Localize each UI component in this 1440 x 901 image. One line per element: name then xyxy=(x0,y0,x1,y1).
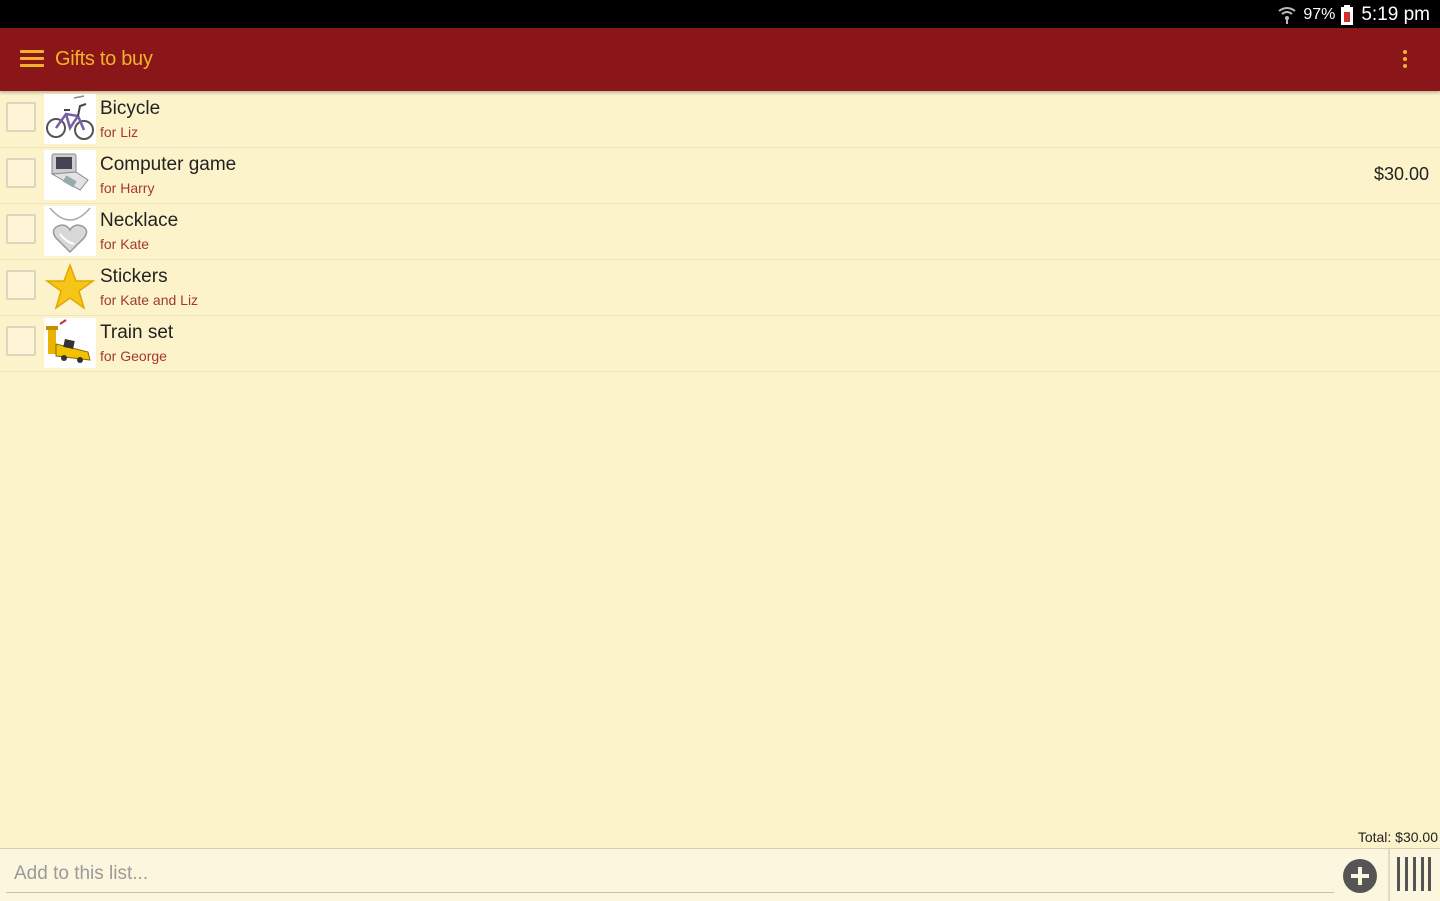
item-checkbox[interactable] xyxy=(6,158,36,188)
list-item[interactable]: Necklace for Kate xyxy=(0,204,1440,260)
wifi-icon xyxy=(1278,7,1296,24)
item-name: Train set xyxy=(100,322,174,343)
list-item[interactable]: Bicycle for Liz xyxy=(0,92,1440,148)
item-name: Bicycle xyxy=(100,98,161,119)
app-bar: Gifts to buy xyxy=(0,28,1440,91)
item-recipient: for Liz xyxy=(100,124,139,140)
item-checkbox[interactable] xyxy=(6,102,36,132)
item-checkbox[interactable] xyxy=(6,214,36,244)
battery-percent: 97% xyxy=(1303,6,1336,23)
barcode-icon[interactable] xyxy=(1395,857,1433,893)
shopping-list: Bicycle for Liz Computer game for Harry … xyxy=(0,92,1440,372)
list-item[interactable]: Computer game for Harry xyxy=(0,148,1440,204)
list-item[interactable]: Stickers for Kate and Liz xyxy=(0,260,1440,316)
menu-icon[interactable] xyxy=(20,50,46,70)
list-total: Total: $30.00 xyxy=(1357,829,1438,845)
status-indicators: 97% 5:19 pm xyxy=(1277,3,1430,27)
item-name: Stickers xyxy=(100,266,168,287)
bicycle-icon xyxy=(44,94,96,144)
item-checkbox[interactable] xyxy=(6,326,36,356)
add-circle-icon[interactable] xyxy=(1343,859,1377,893)
item-name: Necklace xyxy=(100,210,179,231)
add-item-input[interactable] xyxy=(6,855,1334,893)
item-checkbox[interactable] xyxy=(6,270,36,300)
item-name: Computer game xyxy=(100,154,237,175)
divider xyxy=(1388,849,1390,901)
clock: 5:19 pm xyxy=(1361,4,1430,25)
item-recipient: for Kate and Liz xyxy=(100,292,199,308)
item-recipient: for Kate xyxy=(100,236,150,252)
handheld-console-icon xyxy=(44,150,96,200)
item-recipient: for Harry xyxy=(100,180,155,196)
heart-necklace-icon xyxy=(44,206,96,256)
list-item[interactable]: Train set for George xyxy=(0,316,1440,372)
status-bar: 97% 5:19 pm xyxy=(0,0,1440,28)
overflow-menu-icon[interactable] xyxy=(1396,50,1414,72)
item-price: $30.00 xyxy=(1373,164,1429,184)
item-recipient: for George xyxy=(100,348,167,364)
page-title: Gifts to buy xyxy=(55,48,153,70)
battery-icon xyxy=(1341,5,1354,25)
toy-train-icon xyxy=(44,318,96,368)
star-icon xyxy=(44,262,96,312)
add-item-bar xyxy=(0,848,1440,901)
